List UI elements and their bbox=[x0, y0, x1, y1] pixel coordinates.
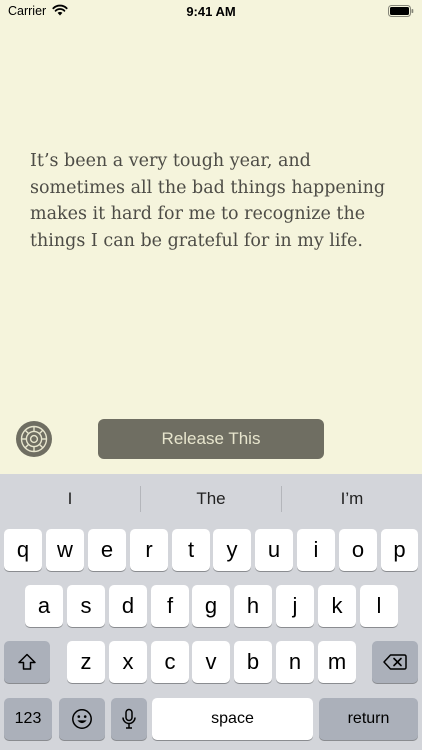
delete-key[interactable] bbox=[372, 641, 418, 683]
emoji-icon bbox=[72, 709, 92, 729]
key-c[interactable]: c bbox=[151, 641, 189, 683]
microphone-icon bbox=[122, 708, 136, 729]
key-w[interactable]: w bbox=[46, 529, 84, 571]
key-l[interactable]: l bbox=[360, 585, 398, 627]
key-n[interactable]: n bbox=[276, 641, 314, 683]
backspace-icon bbox=[383, 654, 407, 670]
key-z[interactable]: z bbox=[67, 641, 105, 683]
key-p[interactable]: p bbox=[381, 529, 418, 571]
numbers-key[interactable]: 123 bbox=[4, 698, 52, 740]
key-f[interactable]: f bbox=[151, 585, 189, 627]
key-k[interactable]: k bbox=[318, 585, 356, 627]
key-m[interactable]: m bbox=[318, 641, 356, 683]
key-u[interactable]: u bbox=[255, 529, 293, 571]
key-x[interactable]: x bbox=[109, 641, 147, 683]
key-t[interactable]: t bbox=[172, 529, 210, 571]
space-key[interactable]: space bbox=[152, 698, 313, 740]
suggestion-1[interactable]: I bbox=[0, 474, 140, 524]
key-o[interactable]: o bbox=[339, 529, 377, 571]
battery-icon bbox=[388, 5, 414, 17]
key-v[interactable]: v bbox=[192, 641, 230, 683]
key-b[interactable]: b bbox=[234, 641, 272, 683]
key-g[interactable]: g bbox=[192, 585, 230, 627]
shift-arrow-icon bbox=[18, 653, 36, 670]
key-j[interactable]: j bbox=[276, 585, 314, 627]
emoji-key[interactable] bbox=[59, 698, 105, 740]
return-key[interactable]: return bbox=[319, 698, 418, 740]
key-a[interactable]: a bbox=[25, 585, 63, 627]
key-i[interactable]: i bbox=[297, 529, 335, 571]
clock-time: 9:41 AM bbox=[186, 4, 236, 19]
key-s[interactable]: s bbox=[67, 585, 105, 627]
journal-entry-text[interactable]: It’s been a very tough year, and sometim… bbox=[30, 148, 400, 254]
status-bar: Carrier 9:41 AM bbox=[0, 0, 422, 24]
key-e[interactable]: e bbox=[88, 529, 126, 571]
suggestion-3[interactable]: I’m bbox=[282, 474, 422, 524]
gear-icon bbox=[20, 425, 48, 453]
settings-button[interactable] bbox=[16, 421, 52, 457]
keyboard: I The I’m q w e r t y u i o p a s d f g … bbox=[0, 474, 422, 750]
key-r[interactable]: r bbox=[130, 529, 168, 571]
key-q[interactable]: q bbox=[4, 529, 42, 571]
shift-key[interactable] bbox=[4, 641, 50, 683]
key-h[interactable]: h bbox=[234, 585, 272, 627]
key-d[interactable]: d bbox=[109, 585, 147, 627]
dictation-key[interactable] bbox=[111, 698, 147, 740]
suggestion-2[interactable]: The bbox=[141, 474, 281, 524]
release-this-button[interactable]: Release This bbox=[98, 419, 324, 459]
key-y[interactable]: y bbox=[213, 529, 251, 571]
suggestion-bar: I The I’m bbox=[0, 474, 422, 524]
